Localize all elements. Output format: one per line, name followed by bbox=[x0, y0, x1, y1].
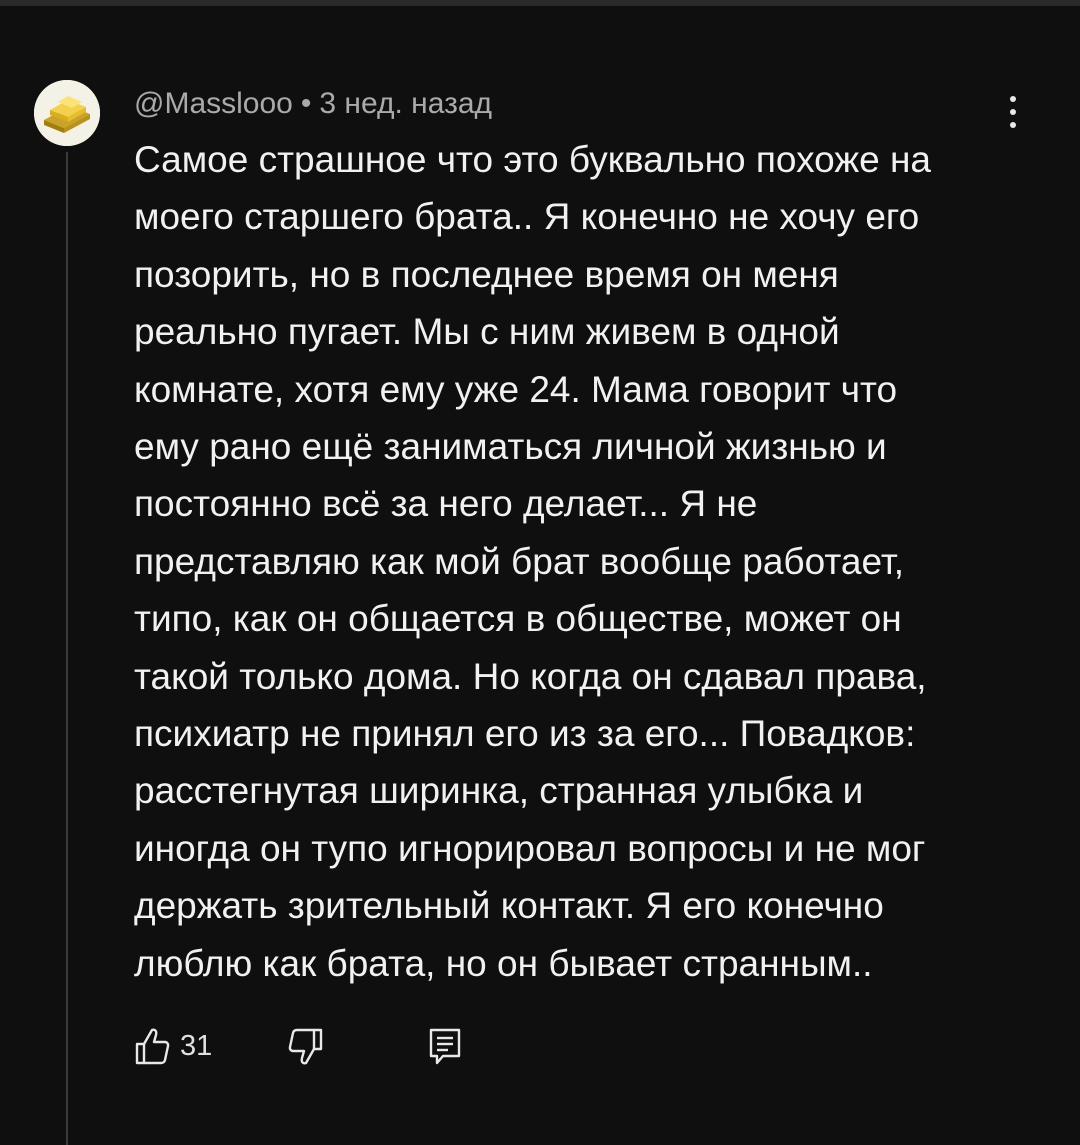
comment-line: реально пугает. Мы с ним живем в одной bbox=[134, 311, 840, 353]
comment-line: типо, как он общается в обществе, может … bbox=[134, 598, 902, 640]
comment-line: ему рано ещё заниматься личной жизнью и bbox=[134, 426, 887, 468]
thumbs-down-icon bbox=[288, 1028, 323, 1065]
thread-line bbox=[66, 152, 68, 1145]
meta-separator: • bbox=[300, 87, 312, 120]
avatar-image bbox=[34, 80, 100, 146]
comment-meta: @Masslooo • 3 нед. назад bbox=[134, 84, 492, 124]
reply-button[interactable] bbox=[428, 1020, 462, 1072]
comment-line: позорить, но в последнее время он меня bbox=[134, 253, 839, 295]
avatar[interactable] bbox=[34, 80, 100, 146]
comment-line: моего старшего брата.. Я конечно не хочу… bbox=[134, 196, 920, 238]
comment-reply-icon bbox=[429, 1028, 461, 1065]
comment-line: люблю как брата, но он бывает странным.. bbox=[134, 942, 873, 984]
author-name[interactable]: @Masslooo bbox=[134, 87, 293, 120]
comment-line: представляю как мой брат вообще работает… bbox=[134, 540, 904, 582]
comment-line: Самое страшное что это буквально похоже … bbox=[134, 139, 931, 180]
comment-line: расстегнутая ширинка, странная улыбка и bbox=[134, 770, 864, 812]
comment-line: психиатр не принял его из за его... Пова… bbox=[134, 713, 916, 755]
comment-line: постоянно всё за него делает... Я не bbox=[134, 483, 758, 525]
comment-line: комнате, хотя ему уже 24. Мама говорит ч… bbox=[134, 368, 898, 410]
thumbs-up-icon bbox=[135, 1028, 170, 1065]
dislike-button[interactable] bbox=[288, 1020, 324, 1072]
top-divider bbox=[0, 0, 1080, 6]
comment-line: такой только дома. Но когда он сдавал пр… bbox=[134, 655, 927, 697]
like-button[interactable]: 31 bbox=[134, 1020, 212, 1072]
comment-line: иногда он тупо игнорировал вопросы и не … bbox=[134, 827, 926, 869]
more-vertical-icon[interactable] bbox=[1000, 94, 1028, 134]
comment-line: держать зрительный контакт. Я его конечн… bbox=[134, 885, 884, 927]
comment-timestamp[interactable]: 3 нед. назад bbox=[319, 87, 492, 120]
comment-text: Самое страшное что это буквально похоже … bbox=[134, 131, 1014, 992]
like-count: 31 bbox=[180, 1029, 213, 1062]
